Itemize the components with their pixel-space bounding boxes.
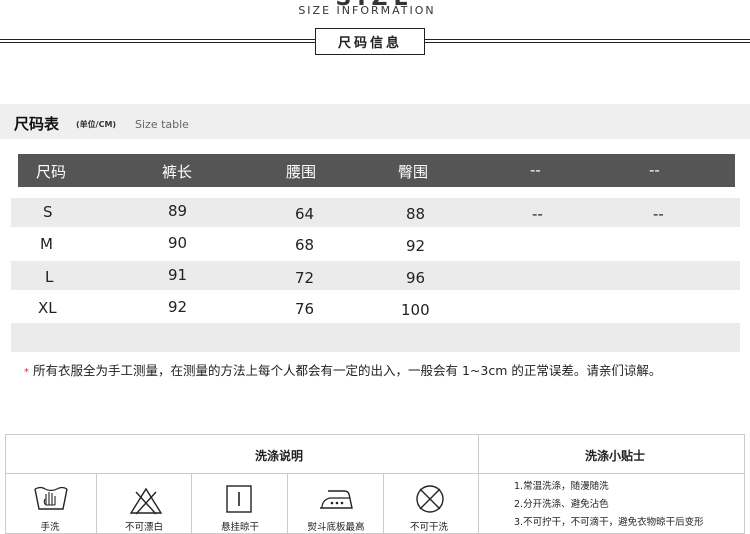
- row-stripe-empty: [11, 323, 740, 352]
- no-tumble-dry-icon: [416, 485, 444, 513]
- divider-right: [424, 39, 750, 40]
- table-cell: 92: [168, 298, 188, 316]
- table-cell: 92: [406, 237, 426, 255]
- care-icon-label: 熨斗底板最高: [307, 522, 365, 533]
- size-table-title-en: Size table: [135, 118, 189, 131]
- iron-icon: [320, 490, 353, 509]
- table-cell: 68: [295, 236, 315, 254]
- care-tip: 1.常温洗涤，随漫随洗: [514, 481, 609, 492]
- table-cell: S: [43, 203, 53, 221]
- measurement-note: * 所有衣服全为手工测量，在测量的方法上每个人都会有一定的出入，一般会有 1~3c…: [24, 360, 661, 379]
- table-cell: 89: [168, 202, 188, 220]
- care-divider: [5, 473, 745, 474]
- care-divider: [478, 434, 479, 534]
- column-header: --: [530, 161, 541, 179]
- care-icon-label: 不可干洗: [409, 522, 448, 533]
- size-table-title: 尺码表: [14, 115, 60, 133]
- column-header: 腰围: [286, 163, 317, 181]
- hang-dry-icon: [226, 485, 252, 513]
- table-cell: 76: [295, 300, 315, 318]
- care-instructions-title: 洗涤说明: [255, 449, 304, 463]
- note-star: *: [24, 367, 29, 378]
- table-cell: 96: [406, 269, 426, 287]
- care-icon-label: 悬挂晾干: [220, 522, 259, 533]
- table-cell: 72: [295, 269, 315, 287]
- care-icon-label: 手洗: [40, 522, 60, 533]
- section-badge: 尺码信息: [315, 28, 425, 55]
- hand-wash-icon: [34, 486, 68, 510]
- divider-right-2: [424, 42, 750, 43]
- table-cell: --: [653, 205, 664, 223]
- column-header: 臀围: [398, 163, 429, 181]
- table-cell: --: [532, 205, 543, 223]
- divider-left-2: [0, 42, 315, 43]
- column-header: 裤长: [162, 163, 193, 181]
- care-icon-label: 不可漂白: [124, 522, 163, 533]
- page-subtitle: SIZE INFORMATION: [298, 4, 436, 17]
- table-cell: 91: [168, 266, 188, 284]
- divider-left: [0, 39, 315, 40]
- size-table-header: [18, 154, 735, 187]
- note-text: 所有衣服全为手工测量，在测量的方法上每个人都会有一定的出入，一般会有 1~3cm…: [33, 363, 662, 378]
- table-cell: 64: [295, 205, 315, 223]
- column-header: 尺码: [36, 163, 67, 181]
- care-tip: 3.不可拧干，不可滴干，避免衣物晾干后变形: [514, 517, 704, 528]
- table-cell: 100: [401, 301, 430, 319]
- table-cell: L: [45, 268, 54, 286]
- row-stripe: [11, 198, 740, 227]
- size-table-unit: (单位/CM): [76, 120, 117, 129]
- care-tips-title: 洗涤小贴士: [585, 449, 646, 463]
- table-cell: M: [40, 235, 53, 253]
- no-bleach-icon: [129, 487, 163, 515]
- table-cell: XL: [38, 299, 57, 317]
- table-cell: 88: [406, 205, 426, 223]
- care-tip: 2.分开洗涤、避免沾色: [514, 499, 609, 510]
- table-cell: 90: [168, 234, 188, 252]
- row-stripe: [11, 261, 740, 290]
- column-header: --: [649, 161, 660, 179]
